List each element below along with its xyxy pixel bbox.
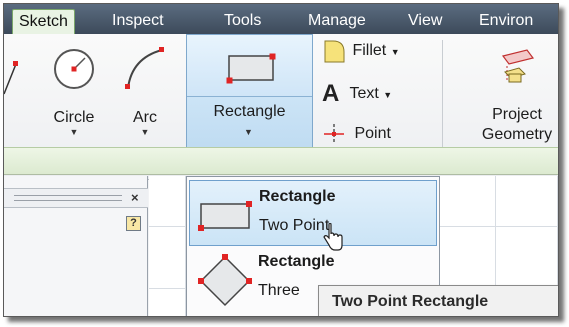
menu-item-title: Rectangle [258, 253, 335, 270]
tooltip: Two Point Rectangle [318, 285, 558, 316]
line-icon[interactable] [4, 54, 24, 104]
chevron-down-icon: ▼ [383, 90, 393, 101]
point-icon [324, 124, 344, 144]
menu-item-subtitle: Two Point [259, 217, 330, 234]
tab-view[interactable]: View [402, 9, 448, 34]
hand-cursor-icon [323, 223, 343, 251]
browser-header: × [4, 188, 148, 208]
rectangle-two-point-icon [198, 201, 252, 231]
circle-icon [54, 49, 94, 89]
chevron-down-icon: ▼ [244, 127, 253, 137]
panel-grip[interactable] [14, 195, 122, 201]
project-geometry-label-line1: Project [492, 106, 542, 123]
menu-item-rectangle-two-point[interactable]: Rectangle Two Point [189, 180, 437, 246]
fillet-label: Fillet [352, 42, 387, 60]
point-label: Point [354, 125, 391, 143]
project-geometry-label-line2: Geometry [481, 126, 553, 143]
chevron-down-icon: ▼ [140, 127, 150, 137]
tab-tools[interactable]: Tools [218, 9, 267, 34]
rectangle-icon [226, 53, 276, 84]
fillet-icon [324, 40, 345, 63]
ribbon-tab-bar: Sketch Inspect Tools Manage View Environ [4, 4, 558, 34]
tab-environments[interactable]: Environ [473, 9, 539, 34]
text-a-icon: A [322, 80, 340, 107]
close-icon[interactable]: × [131, 190, 139, 205]
arc-icon [125, 47, 164, 89]
circle-label: Circle [53, 109, 95, 126]
chevron-down-icon: ▼ [390, 47, 400, 58]
rectangle-label: Rectangle [213, 103, 286, 120]
circle-button[interactable]: Circle ▼ [44, 46, 104, 137]
menu-item-title: Rectangle [259, 188, 336, 205]
arc-label: Arc [133, 109, 157, 126]
project-geometry-label: Project Geometry [472, 105, 558, 145]
tab-inspect[interactable]: Inspect [106, 9, 170, 34]
text-button[interactable]: A Text ▼ [322, 80, 392, 108]
fillet-button[interactable]: Fillet ▼ [322, 38, 400, 64]
ribbon-separator [442, 40, 443, 164]
point-button[interactable]: Point [322, 122, 391, 146]
help-icon[interactable]: ? [126, 216, 141, 231]
tab-sketch[interactable]: Sketch [12, 9, 75, 34]
project-geometry-button[interactable]: Project Geometry [472, 46, 558, 145]
rectangle-button-icon-area[interactable] [187, 35, 312, 97]
rectangle-three-point-icon [198, 254, 252, 307]
tab-manage[interactable]: Manage [302, 9, 372, 34]
menu-item-subtitle: Three [258, 282, 300, 299]
application-window: Sketch Inspect Tools Manage View Environ… [3, 3, 559, 317]
text-label: Text [349, 85, 379, 103]
chevron-down-icon: ▼ [69, 127, 79, 137]
model-browser-panel: × ? [4, 176, 148, 316]
arc-button[interactable]: Arc ▼ [120, 46, 170, 137]
panel-title-bar [4, 147, 558, 175]
project-geometry-icon [501, 49, 535, 83]
